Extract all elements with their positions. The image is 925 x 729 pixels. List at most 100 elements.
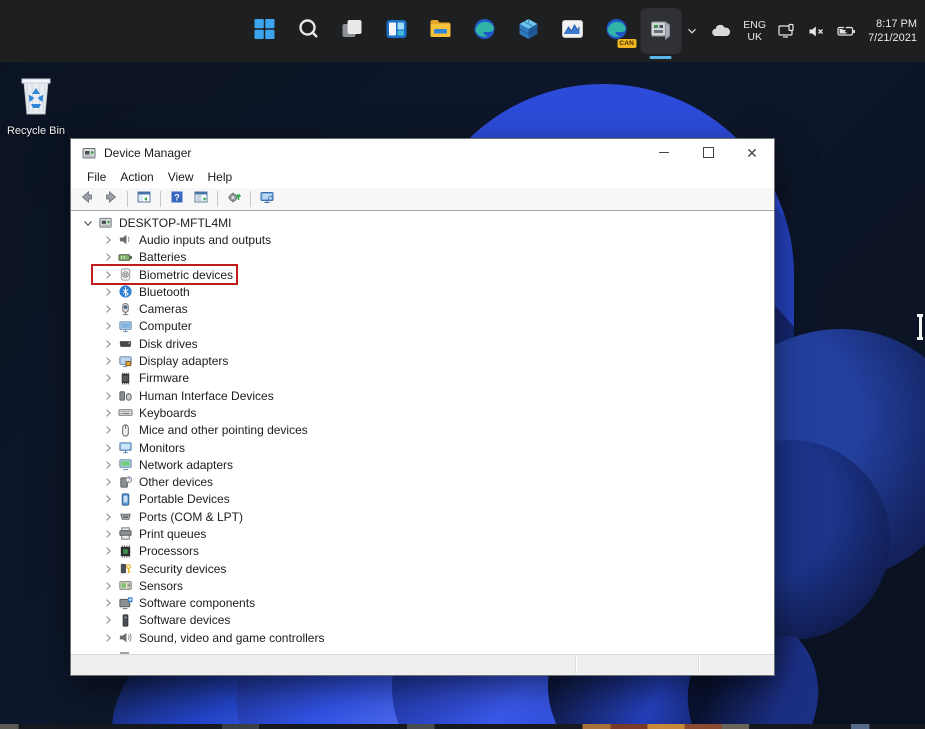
- tree-row[interactable]: Network adapters: [71, 456, 774, 473]
- chevron-collapsed-icon[interactable]: [101, 493, 115, 505]
- language-line1: ENG: [743, 19, 767, 31]
- tree-row[interactable]: Disk drives: [71, 335, 774, 352]
- console-tree-toolbar-button[interactable]: [133, 190, 155, 209]
- tree-item-label: Biometric devices: [139, 267, 234, 282]
- chevron-collapsed-icon[interactable]: [101, 286, 115, 298]
- widgets-taskbar-button[interactable]: [376, 8, 417, 54]
- chevron-collapsed-icon[interactable]: [101, 355, 115, 367]
- chevron-collapsed-icon[interactable]: [101, 580, 115, 592]
- window-title: Device Manager: [104, 145, 192, 160]
- chevron-collapsed-icon[interactable]: [101, 372, 115, 384]
- edge-canary-taskbar-button[interactable]: CAN: [596, 8, 637, 54]
- help-toolbar-button[interactable]: ?: [166, 190, 188, 209]
- task-view-taskbar-button[interactable]: [332, 8, 373, 54]
- menu-view[interactable]: View: [161, 168, 201, 186]
- camera-icon: [117, 302, 133, 317]
- tree-row[interactable]: ? Other devices: [71, 473, 774, 490]
- properties-toolbar-button[interactable]: [190, 190, 212, 209]
- language-indicator[interactable]: ENG UK: [743, 19, 766, 43]
- tree-item-label: Firmware: [139, 371, 189, 386]
- back-toolbar-button[interactable]: [76, 190, 98, 209]
- remote-desktop-toolbar-button[interactable]: [256, 190, 278, 209]
- chevron-collapsed-icon[interactable]: [101, 545, 115, 557]
- maximize-button[interactable]: [686, 139, 730, 166]
- clock-date: 7/21/2021: [868, 32, 917, 44]
- taskbar: CAN ENG UK 8:17 PM 7/21/2021: [0, 0, 925, 62]
- chevron-collapsed-icon[interactable]: [101, 269, 115, 281]
- chevron-collapsed-icon[interactable]: [101, 442, 115, 454]
- chevron-collapsed-icon[interactable]: [101, 632, 115, 644]
- device-manager-taskbar-button[interactable]: [640, 8, 681, 54]
- chevron-collapsed-icon[interactable]: [101, 234, 115, 246]
- chevron-collapsed-icon[interactable]: [101, 511, 115, 523]
- forward-toolbar-button[interactable]: [100, 190, 122, 209]
- close-button[interactable]: ✕: [730, 139, 774, 166]
- tree-row[interactable]: Sensors: [71, 577, 774, 594]
- tree-row[interactable]: Computer: [71, 318, 774, 335]
- tree-row[interactable]: Ports (COM & LPT): [71, 508, 774, 525]
- search-icon: [296, 16, 322, 47]
- tree-row[interactable]: Processors: [71, 543, 774, 560]
- scan-toolbar-button[interactable]: [223, 190, 245, 209]
- tree-row[interactable]: Portable Devices: [71, 491, 774, 508]
- chevron-collapsed-icon[interactable]: [101, 320, 115, 332]
- chevron-collapsed-icon[interactable]: [101, 614, 115, 626]
- file-explorer-icon: [428, 16, 454, 47]
- tree-row[interactable]: Software devices: [71, 612, 774, 629]
- chevron-collapsed-icon[interactable]: [101, 597, 115, 609]
- titlebar[interactable]: Device Manager ✕: [71, 139, 774, 166]
- menu-help[interactable]: Help: [201, 168, 240, 186]
- tree-row[interactable]: Firmware: [71, 370, 774, 387]
- tree-row[interactable]: Software components: [71, 595, 774, 612]
- tree-row[interactable]: Audio inputs and outputs: [71, 231, 774, 248]
- tree-item-label: Processors: [139, 544, 200, 559]
- tree-row[interactable]: Biometric devices: [71, 263, 774, 285]
- edge-taskbar-button[interactable]: [464, 8, 505, 54]
- cast-display-icon[interactable]: [778, 23, 796, 39]
- tree-item-label: Computer: [139, 319, 192, 334]
- chevron-expanded-icon[interactable]: [81, 217, 95, 229]
- clock-time: 8:17 PM: [876, 18, 917, 30]
- task-manager-taskbar-button[interactable]: [552, 8, 593, 54]
- minimize-button[interactable]: [642, 139, 686, 166]
- search-taskbar-button[interactable]: [288, 8, 329, 54]
- tree-row[interactable]: Monitors: [71, 439, 774, 456]
- menu-action[interactable]: Action: [113, 168, 160, 186]
- tree-row[interactable]: Bluetooth: [71, 283, 774, 300]
- start-taskbar-button[interactable]: [244, 8, 285, 54]
- clock[interactable]: 8:17 PM 7/21/2021: [868, 17, 917, 45]
- tree-row[interactable]: Sound, video and game controllers: [71, 629, 774, 646]
- cube-app-taskbar-button[interactable]: [508, 8, 549, 54]
- chevron-collapsed-icon[interactable]: [101, 407, 115, 419]
- tree-row[interactable]: Cameras: [71, 300, 774, 317]
- chevron-collapsed-icon[interactable]: [101, 338, 115, 350]
- tree-row[interactable]: Batteries: [71, 249, 774, 266]
- menu-file[interactable]: File: [80, 168, 113, 186]
- chevron-collapsed-icon[interactable]: [101, 251, 115, 263]
- tree-row[interactable]: Mice and other pointing devices: [71, 422, 774, 439]
- tree-row[interactable]: Print queues: [71, 525, 774, 542]
- text-cursor: [917, 314, 923, 340]
- onedrive-icon[interactable]: [711, 24, 731, 38]
- tree-row[interactable]: Security devices: [71, 560, 774, 577]
- chevron-collapsed-icon[interactable]: [101, 303, 115, 315]
- recycle-bin[interactable]: Recycle Bin: [6, 74, 66, 137]
- volume-muted-icon[interactable]: [808, 24, 825, 39]
- hid-icon: [117, 388, 133, 403]
- battery-charging-icon[interactable]: [837, 24, 856, 38]
- tree-root-row[interactable]: DESKTOP-MFTL4MI: [71, 214, 774, 231]
- chevron-collapsed-icon[interactable]: [101, 563, 115, 575]
- chevron-collapsed-icon[interactable]: [101, 476, 115, 488]
- chevron-collapsed-icon[interactable]: [101, 424, 115, 436]
- chevron-collapsed-icon[interactable]: [101, 459, 115, 471]
- tree-row[interactable]: Human Interface Devices: [71, 387, 774, 404]
- start-icon: [252, 16, 278, 47]
- widgets-icon: [384, 16, 410, 47]
- tree-item-label: Print queues: [139, 526, 207, 541]
- chevron-collapsed-icon[interactable]: [101, 390, 115, 402]
- tree-row[interactable]: Display adapters: [71, 352, 774, 369]
- tray-chevron-icon[interactable]: [685, 24, 699, 38]
- file-explorer-taskbar-button[interactable]: [420, 8, 461, 54]
- tree-row[interactable]: Keyboards: [71, 404, 774, 421]
- chevron-collapsed-icon[interactable]: [101, 528, 115, 540]
